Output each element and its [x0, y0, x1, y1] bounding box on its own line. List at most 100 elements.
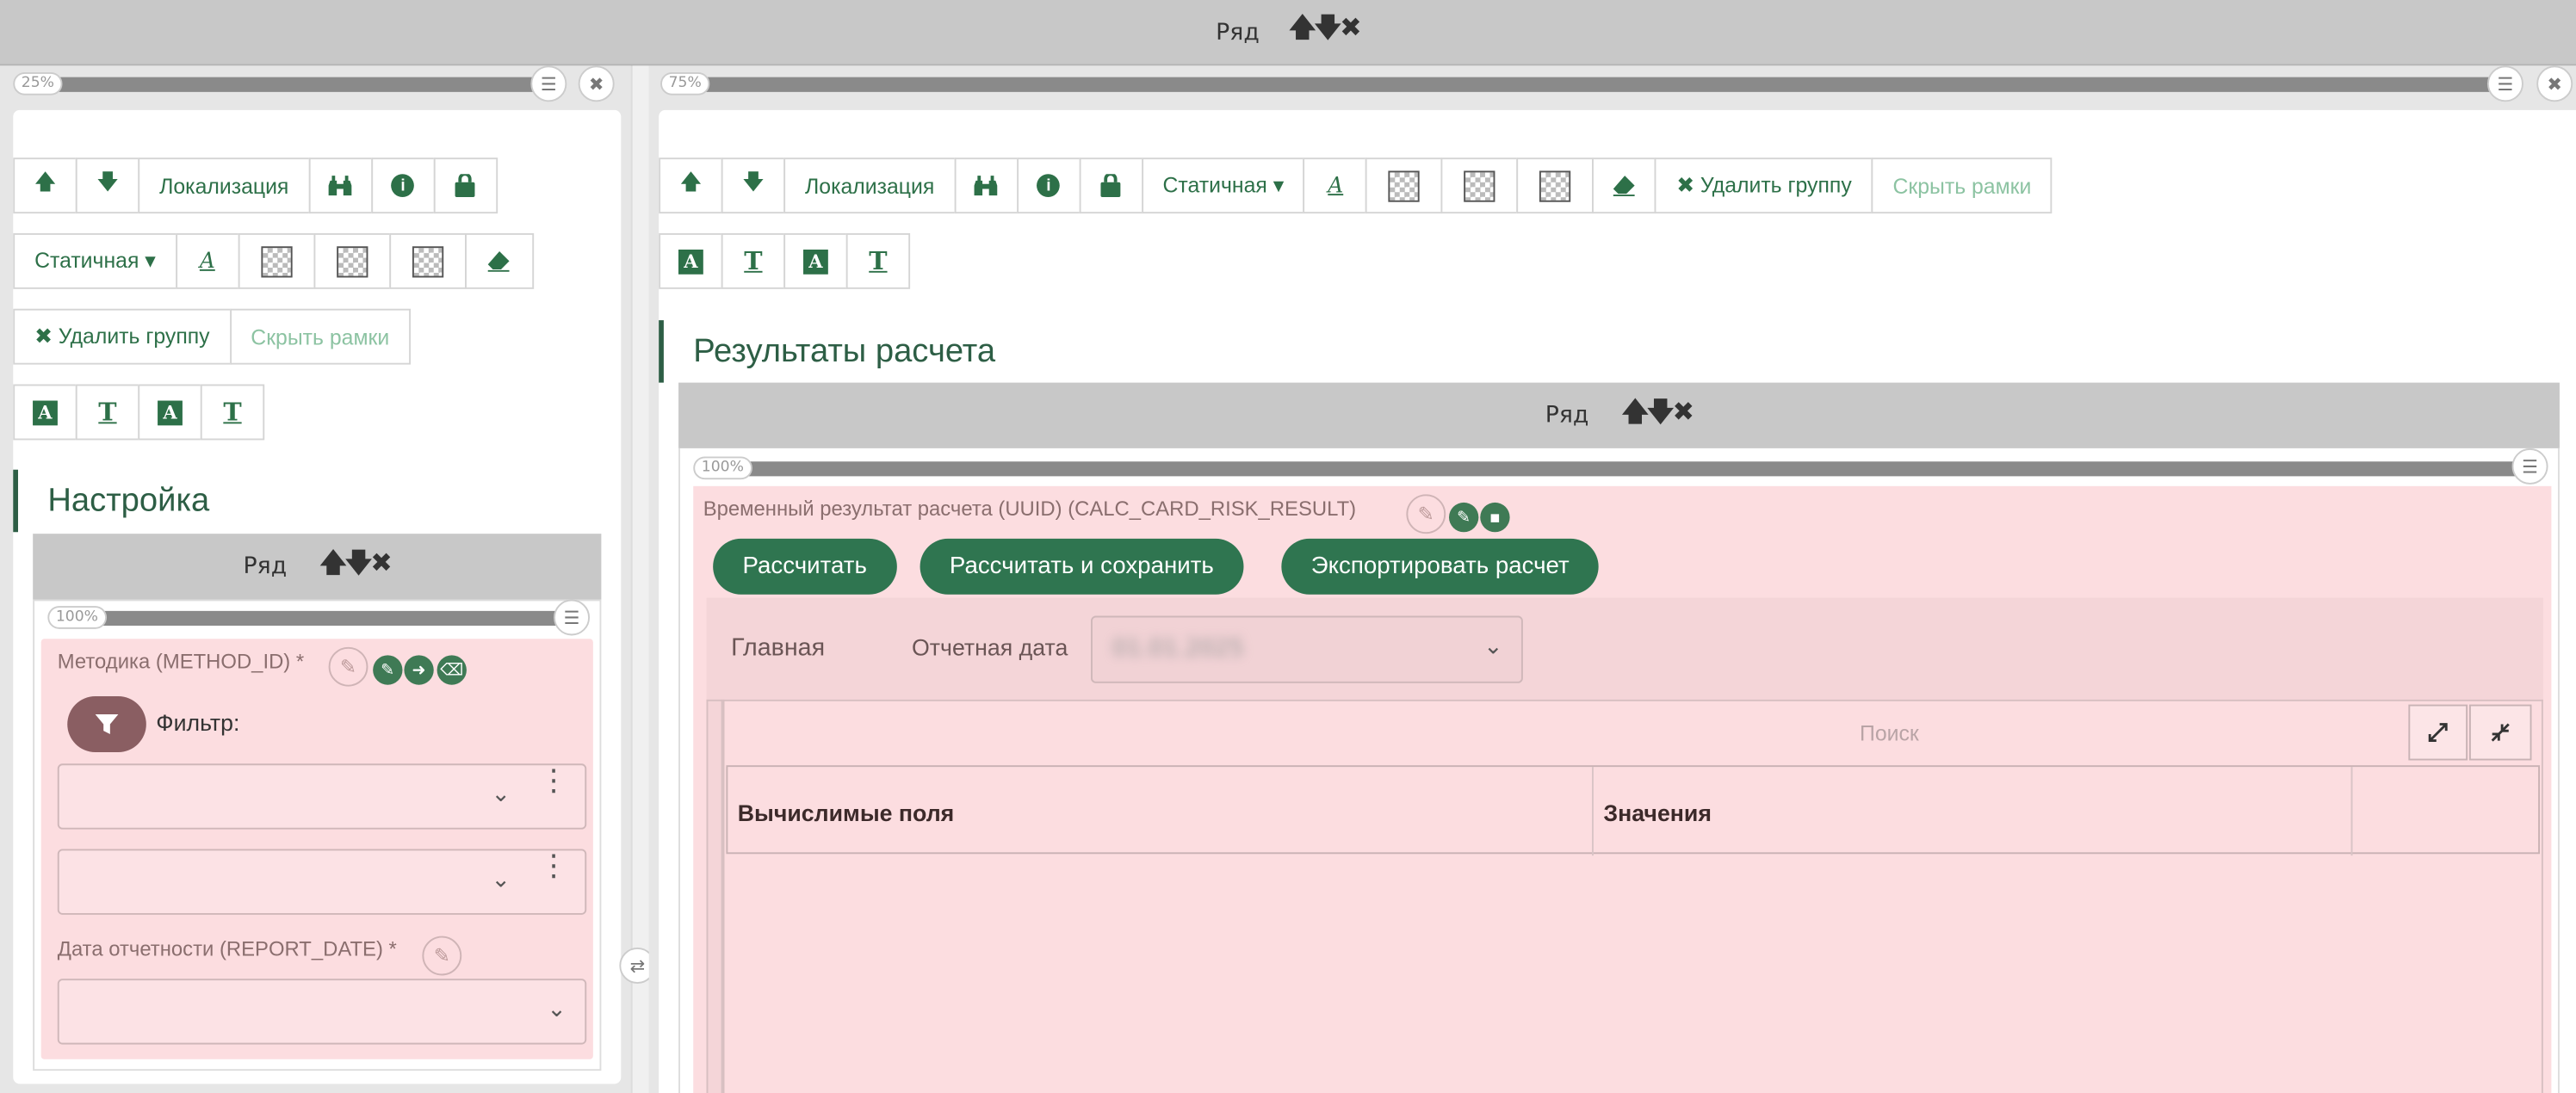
lock-icon — [1100, 174, 1121, 197]
arrow-up-icon: 🡅 — [679, 169, 703, 195]
row-label: Ряд — [1545, 402, 1589, 429]
table-header-values[interactable]: Значения — [1603, 800, 1712, 826]
report-date-label: Дата отчетности (REPORT_DATE) * — [57, 937, 397, 961]
delete-group-button[interactable]: ✖ Удалить группу — [13, 308, 232, 365]
calculate-save-button[interactable]: Рассчитать и сохранить — [920, 538, 1244, 595]
text-style-button-2[interactable]: T — [721, 232, 786, 289]
font-a-icon: A — [199, 249, 215, 274]
text-style-button-4[interactable]: T — [200, 384, 265, 441]
text-style-button-1[interactable]: A — [659, 232, 723, 289]
left-toolbar-row4: A T A T — [13, 384, 265, 441]
hide-frames-button[interactable]: Скрыть рамки — [1871, 157, 2053, 214]
row-label: Ряд — [243, 553, 288, 580]
calculate-button[interactable]: Рассчитать — [713, 538, 897, 595]
filter-label: Фильтр: — [156, 709, 240, 736]
right-column-close-icon[interactable]: ✖ — [2536, 65, 2573, 102]
pencil-icon[interactable]: ✎ — [1448, 502, 1479, 533]
column-splitter[interactable] — [632, 65, 649, 1093]
table-header-computed-fields[interactable]: Вычислимые поля — [738, 800, 954, 826]
lock-button[interactable] — [433, 157, 498, 214]
localization-button[interactable]: Локализация — [783, 157, 957, 214]
move-up-button[interactable]: 🡅 — [659, 157, 723, 214]
static-dropdown[interactable]: Статичная ▾ — [13, 232, 177, 289]
localization-button[interactable]: Локализация — [138, 157, 311, 214]
left-column-close-icon[interactable]: ✖ — [578, 65, 615, 102]
report-date-select[interactable]: 01.01.2025 ⌄ — [1091, 615, 1523, 683]
font-color-button[interactable]: A — [175, 232, 240, 289]
left-column-width-bar[interactable] — [22, 77, 566, 92]
filter-icon — [95, 714, 119, 734]
move-down-button[interactable]: 🡇 — [721, 157, 786, 214]
right-toolbar-row1: 🡅 🡇 Локализация i Статичная ▾ A ✖ Удалит… — [659, 157, 2053, 214]
row-label: Ряд — [1216, 18, 1260, 46]
text-style-button-3[interactable]: A — [783, 232, 848, 289]
left-toolbar-row1: 🡅 🡇 Локализация i — [13, 157, 498, 214]
transparency-button-1[interactable] — [1365, 157, 1444, 214]
edit-icon[interactable]: ✎ — [328, 646, 368, 687]
binoculars-icon — [975, 176, 998, 196]
eraser-icon[interactable]: ⌫ — [437, 655, 467, 685]
collapse-button[interactable] — [2468, 704, 2532, 761]
tab-main[interactable]: Главная — [731, 634, 825, 662]
font-color-button[interactable]: A — [1303, 157, 1368, 214]
static-dropdown[interactable]: Статичная ▾ — [1141, 157, 1305, 214]
expand-button[interactable] — [2408, 704, 2468, 761]
right-inner-width-bar[interactable] — [703, 461, 2541, 477]
pencil-icon[interactable]: ✎ — [373, 655, 403, 685]
left-inner-layout-icon[interactable]: ☰ — [554, 599, 591, 636]
expand-icon — [2428, 723, 2448, 743]
method-select-1[interactable]: ⌄ ⋮ — [57, 763, 587, 830]
transparency-button-3[interactable] — [1517, 157, 1595, 214]
binoculars-button[interactable] — [308, 157, 373, 214]
transparency-button-2[interactable] — [1441, 157, 1520, 214]
hide-frames-button[interactable]: Скрыть рамки — [229, 308, 412, 365]
edit-icon[interactable]: ✎ — [1406, 494, 1446, 534]
right-inner-layout-icon[interactable]: ☰ — [2511, 448, 2548, 485]
right-column-percent: 75% — [660, 71, 710, 96]
share-icon[interactable]: ➜ — [404, 655, 434, 685]
binoculars-button[interactable] — [954, 157, 1019, 214]
kebab-menu-icon[interactable]: ⋮ — [539, 766, 568, 795]
text-style-button-3[interactable]: A — [138, 384, 202, 441]
transparency-icon — [412, 245, 443, 277]
bold-a-icon: A — [678, 249, 703, 274]
text-style-button-1[interactable]: A — [13, 384, 77, 441]
row-move-controls[interactable]: 🡅🡇✖ — [319, 545, 393, 590]
lock-button[interactable] — [1079, 157, 1143, 214]
save-icon[interactable]: ▪ — [1480, 502, 1510, 533]
delete-group-button[interactable]: ✖ Удалить группу — [1655, 157, 1873, 214]
export-button[interactable]: Экспортировать расчет — [1281, 538, 1600, 595]
left-inner-width-bar[interactable] — [55, 610, 566, 627]
transparency-button-1[interactable] — [238, 232, 315, 289]
transparency-button-2[interactable] — [313, 232, 391, 289]
edit-icon[interactable]: ✎ — [422, 936, 462, 976]
arrow-up-icon: 🡅 — [34, 169, 57, 195]
row-move-controls[interactable]: 🡅🡇✖ — [1289, 9, 1362, 54]
info-button[interactable]: i — [370, 157, 436, 214]
report-date-select[interactable]: ⌄ — [57, 979, 587, 1045]
method-select-2[interactable]: ⌄ ⋮ — [57, 849, 587, 915]
text-style-button-2[interactable]: T — [75, 384, 140, 441]
transparency-icon — [336, 245, 368, 277]
move-up-button[interactable]: 🡅 — [13, 157, 77, 214]
chevron-down-icon: ⌄ — [547, 997, 567, 1023]
info-icon: i — [391, 174, 415, 197]
search-input[interactable]: Поиск — [1860, 721, 1919, 746]
filter-button[interactable] — [67, 696, 146, 752]
text-style-button-4[interactable]: T — [845, 232, 911, 289]
left-column-layout-icon[interactable]: ☰ — [530, 65, 567, 102]
transparency-icon — [260, 245, 293, 277]
eraser-button[interactable] — [1592, 157, 1657, 214]
right-column-width-bar[interactable] — [670, 77, 2517, 92]
info-button[interactable]: i — [1016, 157, 1081, 214]
right-column-layout-icon[interactable]: ☰ — [2486, 65, 2523, 102]
method-field-label: Методика (METHOD_ID) * — [57, 650, 305, 674]
eraser-button[interactable] — [464, 232, 534, 289]
text-t-icon: T — [869, 246, 888, 276]
bold-a-icon: A — [33, 399, 58, 425]
move-down-button[interactable]: 🡇 — [75, 157, 140, 214]
row-move-controls[interactable]: 🡅🡇✖ — [1622, 393, 1695, 438]
transparency-button-3[interactable] — [388, 232, 467, 289]
kebab-menu-icon[interactable]: ⋮ — [539, 851, 568, 880]
left-toolbar-row2: Статичная ▾ A — [13, 232, 534, 289]
